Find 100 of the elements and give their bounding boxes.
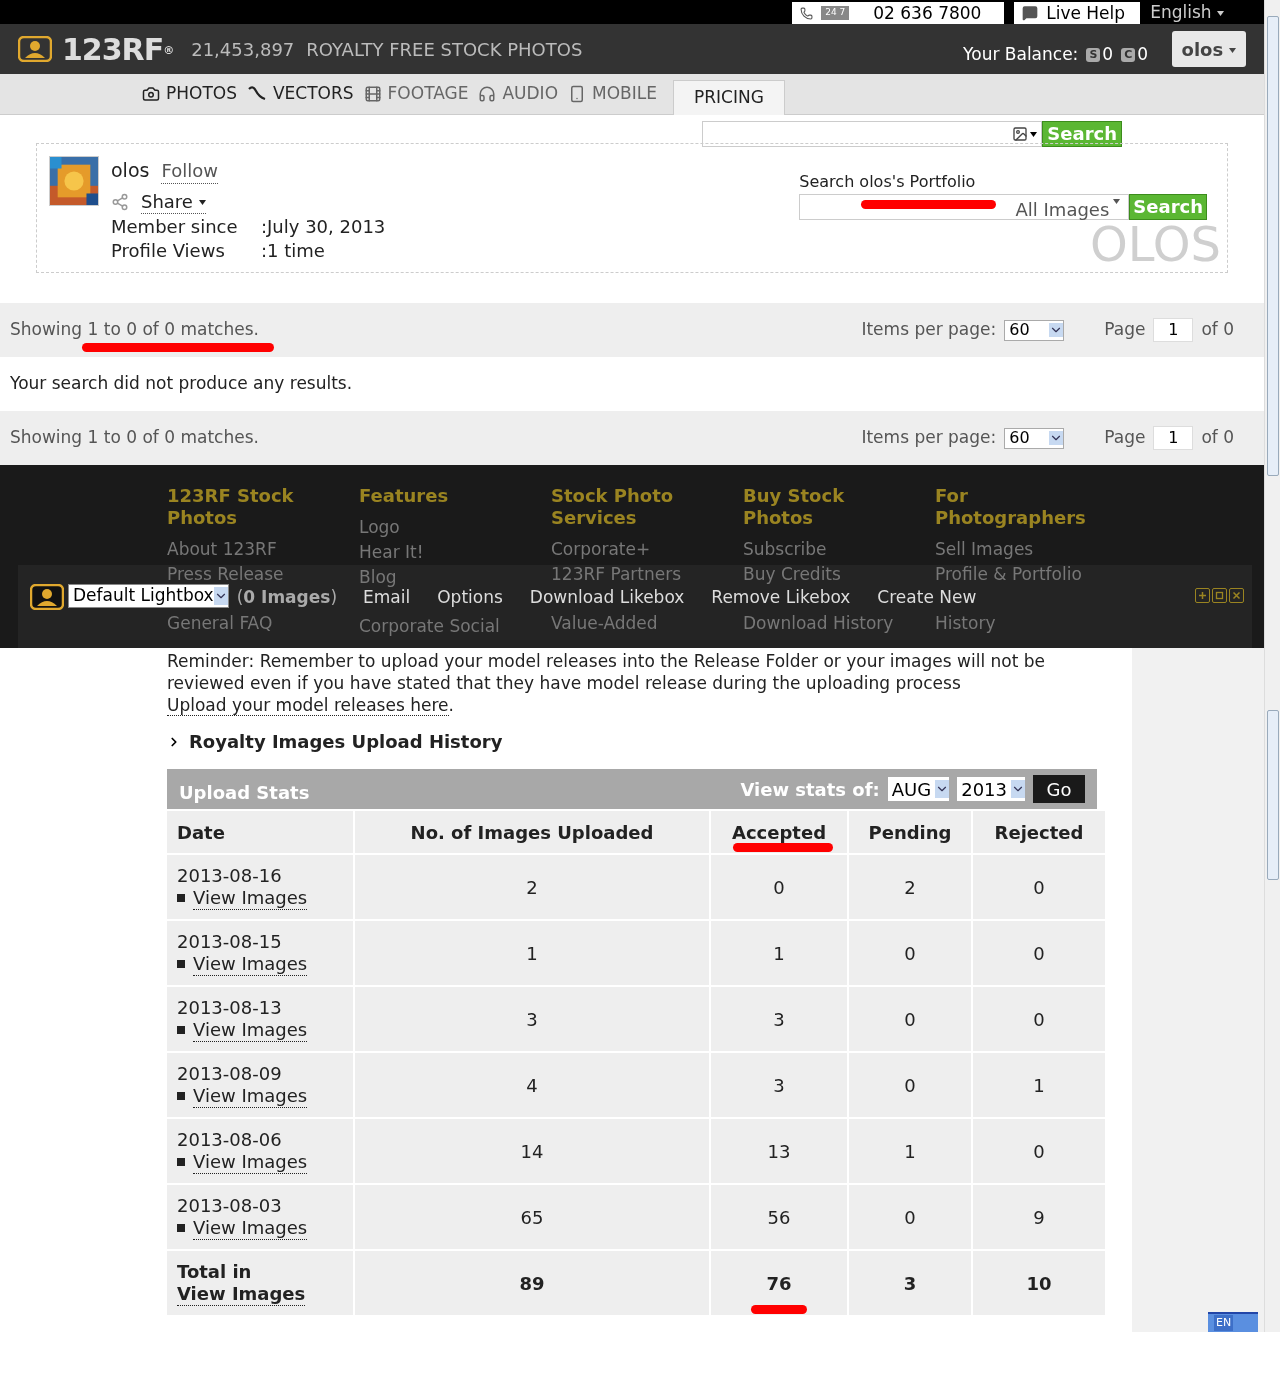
table-cell: 2 bbox=[849, 855, 971, 919]
table-cell: 3 bbox=[711, 1053, 847, 1117]
lightbox-select[interactable]: Default Lightbox bbox=[68, 584, 229, 608]
table-cell: 9 bbox=[973, 1185, 1105, 1249]
total-cell: 89 bbox=[355, 1251, 709, 1315]
footer-heading: Buy Stock Photos bbox=[743, 485, 846, 529]
footer-link[interactable]: General FAQ bbox=[167, 614, 273, 632]
view-images-link[interactable]: View Images bbox=[193, 886, 308, 910]
page-total: of 0 bbox=[1201, 318, 1234, 342]
footer-link[interactable]: Sell Images bbox=[935, 540, 1034, 558]
month-select[interactable]: AUG bbox=[887, 777, 950, 801]
items-per-page-label: Items per page: bbox=[861, 318, 997, 342]
nav-icon bbox=[363, 85, 382, 103]
bullet-icon bbox=[177, 960, 185, 968]
credit-value: 0 bbox=[1102, 43, 1114, 67]
nav-icon bbox=[478, 85, 497, 103]
nav-link[interactable]: FOOTAGE bbox=[363, 81, 469, 107]
image-search-icon bbox=[1012, 126, 1029, 142]
plus-icon[interactable] bbox=[1195, 588, 1210, 603]
lightbox-action[interactable]: Download Likebox bbox=[529, 585, 685, 611]
table-cell: 2 bbox=[355, 855, 709, 919]
table-cell: 56 bbox=[711, 1185, 847, 1249]
table-cell: 0 bbox=[849, 1053, 971, 1117]
caret-icon bbox=[1229, 48, 1237, 53]
user-menu-button[interactable]: olos bbox=[1172, 31, 1246, 67]
table-cell: 0 bbox=[973, 987, 1105, 1051]
lightbox-action[interactable]: Create New bbox=[877, 585, 977, 611]
date-cell-text: 2013-08-13 bbox=[177, 996, 283, 1019]
table-cell: 3 bbox=[711, 987, 847, 1051]
total-cell: 76 bbox=[711, 1251, 847, 1315]
footer-heading: For Photographers bbox=[935, 485, 1085, 529]
credit-icon: S bbox=[1086, 48, 1101, 62]
language-selector[interactable]: English bbox=[1150, 0, 1224, 24]
annotation-mark bbox=[751, 1305, 807, 1314]
items-per-page-label: Items per page: bbox=[861, 426, 997, 450]
column-header: Rejected bbox=[973, 811, 1105, 853]
table-cell: 1 bbox=[355, 921, 709, 985]
share-link[interactable]: Share bbox=[141, 190, 206, 214]
bullet-icon bbox=[177, 1158, 185, 1166]
nav-link[interactable]: VECTORS bbox=[247, 81, 354, 107]
footer-link[interactable]: Subscribe bbox=[743, 540, 827, 558]
view-images-link[interactable]: View Images bbox=[193, 1018, 308, 1042]
go-button[interactable]: Go bbox=[1033, 775, 1085, 803]
date-cell-text: 2013-08-03 bbox=[177, 1194, 283, 1217]
view-stats-label: View stats of: bbox=[740, 777, 880, 802]
footer-heading: Stock Photo Services bbox=[551, 485, 675, 529]
dropdown-icon bbox=[213, 587, 228, 605]
lightbox-action[interactable]: Options bbox=[437, 585, 503, 611]
footer-link[interactable]: Hear It! bbox=[359, 543, 424, 561]
table-cell: 0 bbox=[711, 855, 847, 919]
pricing-tab[interactable]: PRICING bbox=[672, 79, 785, 115]
bullet-icon bbox=[177, 1092, 185, 1100]
bullet-icon bbox=[177, 1026, 185, 1034]
nav-link[interactable]: MOBILE bbox=[568, 81, 657, 107]
table-cell: 3 bbox=[355, 987, 709, 1051]
total-cell: 3 bbox=[849, 1251, 971, 1315]
results-count: Showing 1 to 0 of 0 matches. bbox=[10, 318, 259, 342]
caret-icon bbox=[198, 200, 206, 205]
upload-releases-link[interactable]: Upload your model releases here bbox=[167, 695, 449, 716]
restore-icon[interactable] bbox=[1212, 588, 1227, 603]
footer-link[interactable]: Logo bbox=[359, 518, 400, 536]
credit-value: 0 bbox=[1137, 43, 1148, 67]
lightbox-action[interactable]: Remove Likebox bbox=[711, 585, 851, 611]
items-per-page-select[interactable]: 60 bbox=[1004, 319, 1065, 341]
nav-link[interactable]: AUDIO bbox=[478, 81, 558, 107]
page-field[interactable]: 1 bbox=[1153, 318, 1194, 342]
table-cell: 0 bbox=[849, 987, 971, 1051]
nav-link[interactable]: PHOTOS bbox=[142, 81, 237, 107]
view-images-link[interactable]: View Images bbox=[193, 1216, 308, 1240]
close-icon[interactable] bbox=[1229, 588, 1244, 603]
year-select[interactable]: 2013 bbox=[957, 777, 1025, 801]
dropdown-icon bbox=[1049, 323, 1064, 337]
phone-tab[interactable]: 24 7 02 636 7800 bbox=[792, 2, 1005, 24]
view-images-link[interactable]: View Images bbox=[177, 1282, 306, 1306]
table-cell: 65 bbox=[355, 1185, 709, 1249]
phone-number: 02 636 7800 bbox=[873, 2, 982, 24]
view-images-link[interactable]: View Images bbox=[193, 1150, 308, 1174]
dropdown-icon bbox=[1049, 431, 1064, 445]
caret-icon bbox=[1217, 10, 1224, 16]
column-header: Pending bbox=[849, 811, 971, 853]
dropdown-icon bbox=[1011, 780, 1025, 798]
column-header: Accepted bbox=[711, 811, 847, 853]
lightbox-count: (0 Images) bbox=[236, 586, 338, 609]
page-field[interactable]: 1 bbox=[1153, 426, 1194, 450]
live-help-tab[interactable]: Live Help bbox=[1014, 2, 1141, 24]
view-images-link[interactable]: View Images bbox=[193, 952, 308, 976]
footer-link[interactable]: About 123RF bbox=[167, 540, 277, 558]
profile-field-value: :July 30, 2013 bbox=[261, 216, 386, 238]
items-per-page-select[interactable]: 60 bbox=[1004, 427, 1065, 449]
table-cell: 0 bbox=[849, 1185, 971, 1249]
column-header: No. of Images Uploaded bbox=[355, 811, 709, 853]
follow-link[interactable]: Follow bbox=[161, 160, 218, 184]
view-images-link[interactable]: View Images bbox=[193, 1084, 308, 1108]
caret-icon bbox=[1030, 131, 1038, 137]
footer-link[interactable]: Corporate+ bbox=[551, 540, 651, 558]
language-bar[interactable]: EN bbox=[1208, 1312, 1258, 1332]
search-field[interactable] bbox=[702, 121, 1043, 147]
nav-icon bbox=[142, 85, 160, 103]
date-cell-text: 2013-08-09 bbox=[177, 1062, 283, 1085]
dropdown-icon bbox=[935, 780, 950, 798]
